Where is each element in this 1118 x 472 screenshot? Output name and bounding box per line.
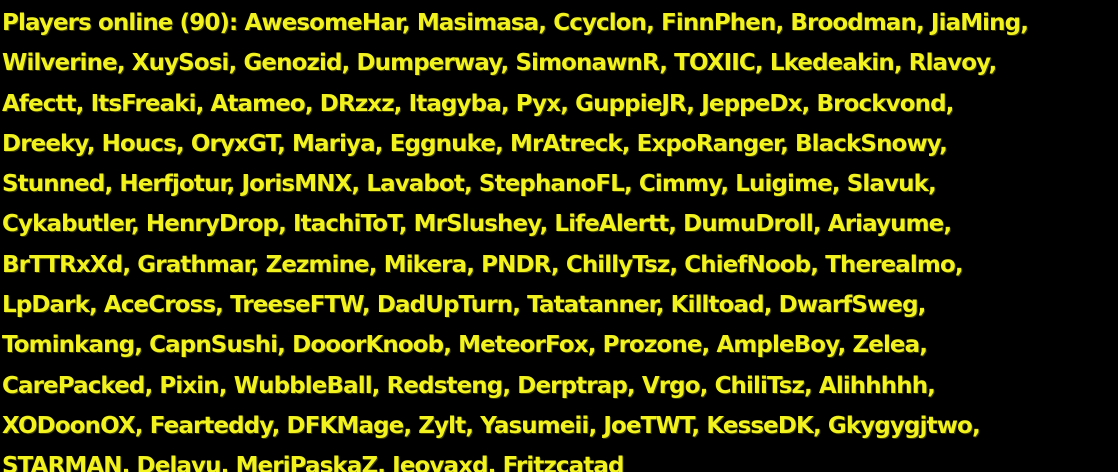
chat-line-5: Stunned, Herfjotur, JorisMNX, Lavabot, S… (2, 171, 937, 198)
chat-line-4: Dreeky, Houcs, OryxGT, Mariya, Eggnuke, … (2, 130, 948, 157)
chat-line-3: Afectt, ItsFreaki, Atameo, DRzxz, Itagyb… (2, 90, 954, 117)
chat-line-6: Cykabutler, HenryDrop, ItachiToT, MrSlus… (2, 211, 952, 238)
chat-line-11: XODoonOX, Fearteddy, DFKMage, Zylt, Yasu… (2, 412, 981, 439)
chat-line-7: BrTTRxXd, Grathmar, Zezmine, Mikera, PND… (2, 251, 964, 278)
chat-line-2: Wilverine, XuySosi, Genozid, Dumperway, … (2, 50, 997, 77)
players-online-chat-panel: Players online (90): AwesomeHar, Masimas… (0, 0, 1118, 472)
chat-line-9: Tominkang, CapnSushi, DooorKnoob, Meteor… (2, 332, 928, 359)
chat-line-8: LpDark, AceCross, TreeseFTW, DadUpTurn, … (2, 292, 926, 319)
chat-line-12: STARMAN, Delavu, MeriPaskaZ, Jeovaxd, Fr… (2, 453, 624, 472)
chat-line-1: Players online (90): AwesomeHar, Masimas… (2, 10, 1029, 36)
chat-line-10: CarePacked, Pixin, WubbleBall, Redsteng,… (2, 372, 936, 399)
